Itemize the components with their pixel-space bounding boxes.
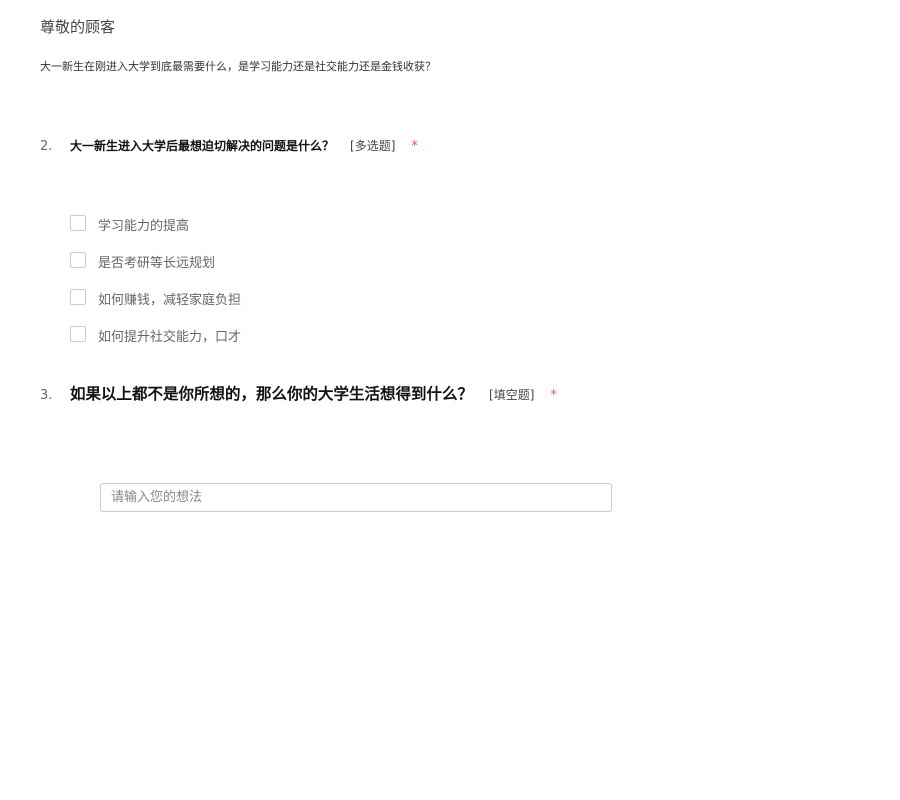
question-2-options: 学习能力的提高 是否考研等长远规划 如何赚钱，减轻家庭负担 如何提升社交能力，口… bbox=[70, 206, 241, 354]
checkbox[interactable] bbox=[70, 288, 86, 305]
option-make-money[interactable]: 如何赚钱，减轻家庭负担 bbox=[70, 280, 241, 317]
option-label: 学习能力的提高 bbox=[98, 219, 190, 234]
greeting-text: 尊敬的顾客 bbox=[40, 18, 116, 36]
checkbox[interactable] bbox=[70, 325, 86, 342]
option-label: 如何提升社交能力，口才 bbox=[98, 330, 242, 345]
question-2-number: 2. bbox=[40, 139, 53, 154]
question-3-number: 3. bbox=[40, 388, 53, 403]
question-2-header: 2. 大一新生进入大学后最想迫切解决的问题是什么？ [多选题] * bbox=[40, 137, 418, 154]
question-2-required-mark: * bbox=[411, 139, 418, 154]
survey-page: 尊敬的顾客 大一新生在刚进入大学到底最需要什么，是学习能力还是社交能力还是金钱收… bbox=[0, 0, 900, 800]
checkbox[interactable] bbox=[70, 251, 86, 268]
checkbox[interactable] bbox=[70, 214, 86, 231]
question-3-title: 如果以上都不是你所想的，那么你的大学生活想得到什么？ bbox=[70, 385, 474, 403]
question-3-header: 3. 如果以上都不是你所想的，那么你的大学生活想得到什么？ [填空题] * bbox=[40, 382, 557, 404]
question-3-required-mark: * bbox=[550, 388, 557, 403]
survey-intro: 大一新生在刚进入大学到底最需要什么，是学习能力还是社交能力还是金钱收获？ bbox=[40, 60, 436, 73]
option-social-skills[interactable]: 如何提升社交能力，口才 bbox=[70, 317, 241, 354]
answer-text-input[interactable] bbox=[100, 483, 612, 512]
option-label: 是否考研等长远规划 bbox=[98, 256, 216, 271]
option-label: 如何赚钱，减轻家庭负担 bbox=[98, 293, 242, 308]
option-grad-school-planning[interactable]: 是否考研等长远规划 bbox=[70, 243, 241, 280]
question-3-type: [填空题] bbox=[489, 388, 535, 402]
question-2-type: [多选题] bbox=[350, 139, 396, 153]
question-2-title: 大一新生进入大学后最想迫切解决的问题是什么？ bbox=[70, 139, 335, 153]
option-study-ability[interactable]: 学习能力的提高 bbox=[70, 206, 241, 243]
